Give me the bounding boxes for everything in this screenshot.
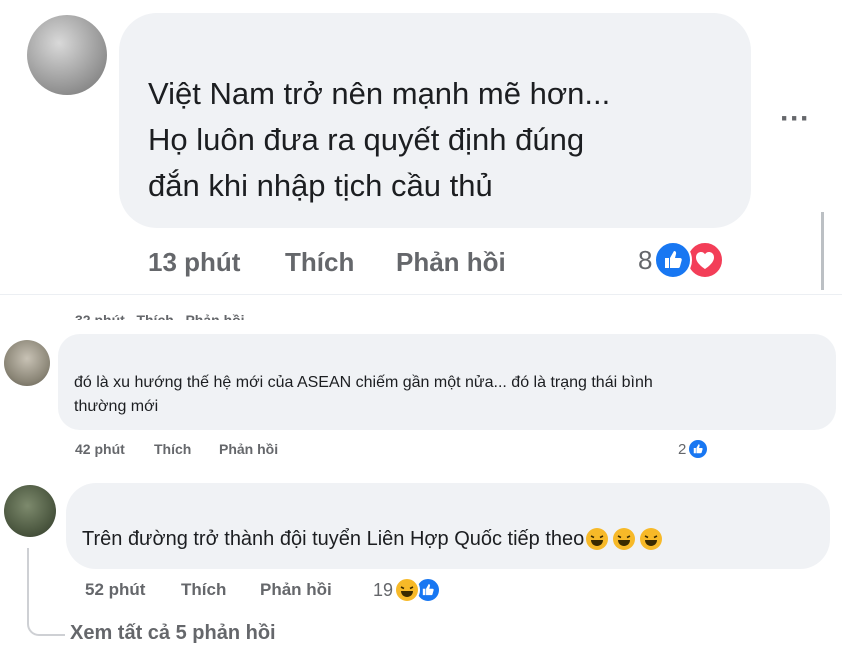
- like-reaction-icon: [687, 438, 710, 460]
- avatar[interactable]: [4, 340, 50, 386]
- laughing-emoji-icon: [613, 528, 636, 550]
- comment-time[interactable]: 52 phút: [85, 580, 181, 600]
- comment-bubble: đó là xu hướng thế hệ mới của ASEAN chiế…: [58, 334, 836, 430]
- like-reaction-icon: [654, 241, 693, 279]
- comment-time[interactable]: 42 phút: [75, 441, 154, 457]
- avatar[interactable]: [4, 485, 56, 537]
- reply-button[interactable]: Phản hồi: [219, 441, 278, 457]
- comment-actions: 13 phút Thích Phản hồi: [148, 246, 506, 278]
- reply-thread-line: [27, 548, 65, 636]
- reaction-count: 19: [373, 579, 394, 600]
- like-button[interactable]: Thích: [181, 580, 260, 600]
- like-button[interactable]: Thích: [154, 441, 219, 457]
- like-button[interactable]: Thích: [285, 247, 396, 278]
- view-all-replies-link[interactable]: Xem tất cả 5 phản hồi: [70, 622, 276, 645]
- comment-bubble: Việt Nam trở nên mạnh mẽ hơn... Họ luôn …: [119, 13, 751, 228]
- reply-button[interactable]: Phản hồi: [396, 247, 506, 278]
- comment-actions: 52 phút Thích Phản hồi: [85, 578, 332, 602]
- reaction-count: 2: [678, 440, 687, 458]
- comment-actions: 42 phút Thích Phản hồi: [75, 439, 278, 459]
- reaction-summary[interactable]: 8: [638, 240, 725, 280]
- reaction-summary[interactable]: 2: [678, 437, 710, 461]
- laughing-emoji-icon: [586, 528, 609, 550]
- haha-reaction-icon: [394, 577, 421, 603]
- comment-text: Việt Nam trở nên mạnh mẽ hơn... Họ luôn …: [148, 76, 611, 203]
- comment-text: Trên đường trở thành đội tuyển Liên Hợp …: [82, 526, 663, 552]
- comment-time[interactable]: 13 phút: [148, 247, 285, 278]
- reply-button[interactable]: Phản hồi: [260, 580, 332, 600]
- comment-bubble: Trên đường trở thành đội tuyển Liên Hợp …: [66, 483, 830, 569]
- scrollbar[interactable]: [821, 212, 824, 290]
- reaction-summary[interactable]: 19: [373, 576, 442, 604]
- love-reaction-icon: [686, 241, 725, 279]
- laughing-emoji-icon: [640, 528, 663, 550]
- reaction-count: 8: [638, 244, 653, 275]
- cropped-comment-actions: 32 phút Thích Phản hồi: [75, 312, 245, 320]
- more-options-icon[interactable]: ···: [780, 104, 810, 134]
- comment-text: đó là xu hướng thế hệ mới của ASEAN chiế…: [74, 374, 653, 415]
- avatar[interactable]: [27, 15, 107, 95]
